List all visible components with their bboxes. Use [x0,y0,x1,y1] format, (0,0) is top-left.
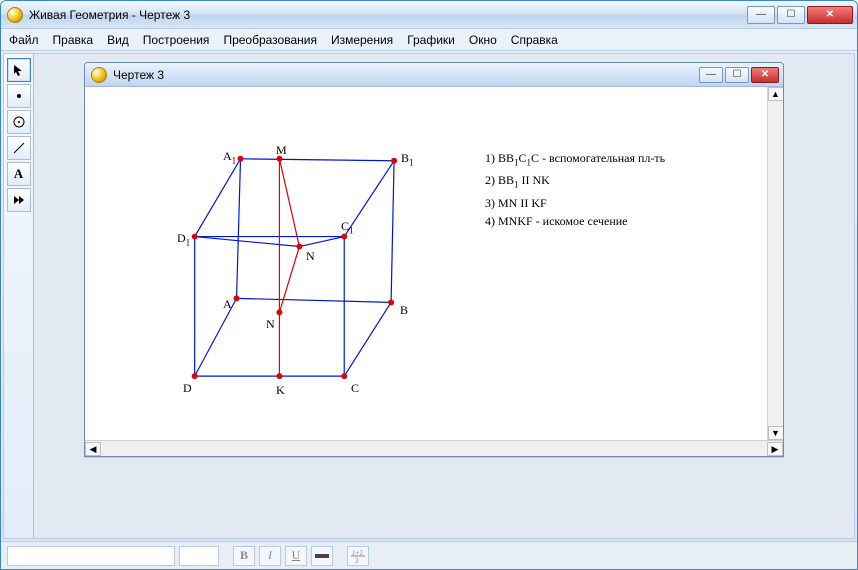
step-1: 1) BB1C1C - вспомогательная пл-ть [485,149,665,171]
tool-circle[interactable] [7,110,31,134]
app-window: Живая Геометрия - Чертеж 3 — ☐ ✕ Файл Пр… [0,0,858,570]
circle-icon [12,115,26,129]
child-close-button[interactable]: ✕ [751,67,779,83]
hscroll-track[interactable] [101,442,767,456]
point-N2[interactable] [276,309,282,315]
tool-line[interactable] [7,136,31,160]
workspace: A Чертеж 3 — ☐ ✕ [3,53,855,539]
canvas-area[interactable]: 1) BB1C1C - вспомогательная пл-ть 2) BB1… [85,87,783,440]
fraction-icon: 1+2 3 [350,548,366,564]
format-toolbar: B I U 1+2 3 [1,541,857,569]
tool-text[interactable]: A [7,162,31,186]
underline-button[interactable]: U [285,546,307,566]
point-C[interactable] [341,373,347,379]
minimize-button[interactable]: — [747,6,775,24]
tool-palette: A [4,54,34,538]
label-B1[interactable]: B1 [401,151,414,167]
sketch-window: Чертеж 3 — ☐ ✕ 1) BB1C1C - вспомогательн… [84,62,784,457]
step-4: 4) MNKF - искомое сечение [485,212,665,230]
fraction-button[interactable]: 1+2 3 [347,546,369,566]
menubar: Файл Правка Вид Построения Преобразовани… [1,29,857,51]
svg-text:3: 3 [355,557,359,564]
child-maximize-button[interactable]: ☐ [725,67,749,83]
label-D1[interactable]: D1 [177,231,190,247]
label-B[interactable]: B [400,303,408,318]
child-titlebar[interactable]: Чертеж 3 — ☐ ✕ [85,63,783,87]
label-C1[interactable]: C1 [341,219,354,235]
step-2: 2) BB1 II NK [485,171,665,193]
menu-window[interactable]: Окно [469,33,497,47]
color-button[interactable] [311,546,333,566]
point-A1[interactable] [238,156,244,162]
scroll-left-arrow[interactable]: ◀ [85,442,101,456]
construction-steps: 1) BB1C1C - вспомогательная пл-ть 2) BB1… [485,149,665,230]
bold-button[interactable]: B [233,546,255,566]
line-icon [12,141,26,155]
font-combo[interactable] [7,546,175,566]
menu-help[interactable]: Справка [511,33,558,47]
play-icon [12,193,26,207]
label-A[interactable]: A [223,297,232,312]
size-combo[interactable] [179,546,219,566]
scroll-right-arrow[interactable]: ▶ [767,442,783,456]
point-icon [12,89,26,103]
menu-edit[interactable]: Правка [53,33,94,47]
point-B[interactable] [388,299,394,305]
color-bar-icon [315,553,329,559]
scroll-up-arrow[interactable]: ▲ [768,87,784,101]
tool-point[interactable] [7,84,31,108]
point-D1[interactable] [192,234,198,240]
point-A[interactable] [234,295,240,301]
titlebar[interactable]: Живая Геометрия - Чертеж 3 — ☐ ✕ [1,1,857,29]
point-N[interactable] [296,244,302,250]
menu-file[interactable]: Файл [9,33,39,47]
menu-view[interactable]: Вид [107,33,129,47]
menu-transform[interactable]: Преобразования [223,33,317,47]
menu-construct[interactable]: Построения [143,33,210,47]
step-3: 3) MN II KF [485,194,665,212]
label-D[interactable]: D [183,381,192,396]
child-app-icon [91,67,107,83]
scroll-down-arrow[interactable]: ▼ [768,426,784,440]
vertical-scrollbar[interactable]: ▲ ▼ [767,87,783,440]
label-K[interactable]: K [276,383,285,398]
horizontal-scrollbar[interactable]: ◀ ▶ [85,440,783,456]
label-C[interactable]: C [351,381,359,396]
point-D[interactable] [192,373,198,379]
menu-measure[interactable]: Измерения [331,33,393,47]
label-A1[interactable]: A1 [223,149,236,165]
point-B1[interactable] [391,158,397,164]
child-body: 1) BB1C1C - вспомогательная пл-ть 2) BB1… [85,87,783,456]
close-button[interactable]: ✕ [807,6,853,24]
tool-arrow[interactable] [7,58,31,82]
app-icon [7,7,23,23]
menu-graphs[interactable]: Графики [407,33,455,47]
child-minimize-button[interactable]: — [699,67,723,83]
label-N2[interactable]: N [266,317,275,332]
point-K[interactable] [276,373,282,379]
tool-play[interactable] [7,188,31,212]
label-N[interactable]: N [306,249,315,264]
mdi-area: Чертеж 3 — ☐ ✕ 1) BB1C1C - вспомогательн… [34,54,854,538]
italic-button[interactable]: I [259,546,281,566]
label-M[interactable]: M [276,143,287,158]
maximize-button[interactable]: ☐ [777,6,805,24]
app-title: Живая Геометрия - Чертеж 3 [29,8,190,22]
child-title: Чертеж 3 [113,68,164,82]
arrow-icon [12,63,26,77]
